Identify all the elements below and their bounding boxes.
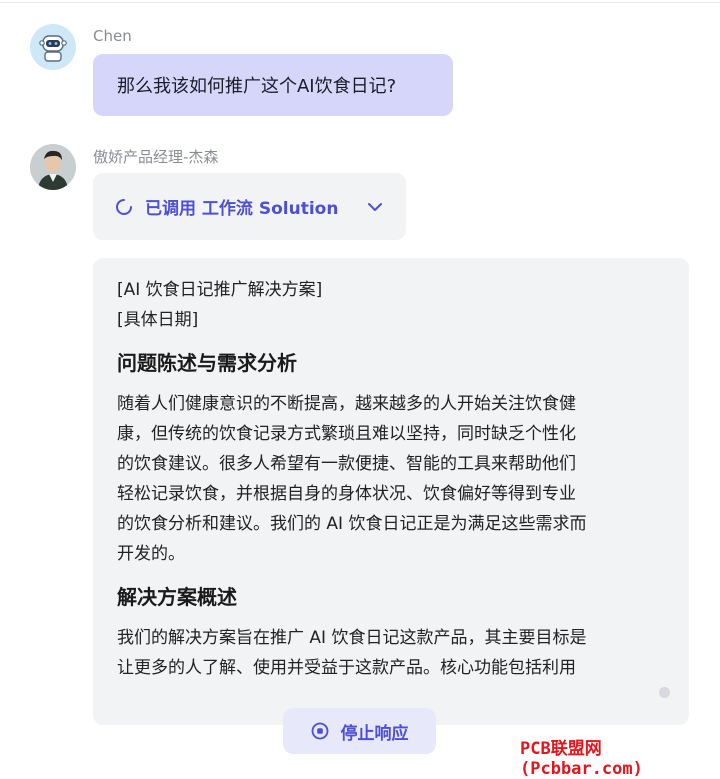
paragraph-line: 轻松记录饮食，并根据自身的身体状况、饮食偏好等得到专业	[117, 484, 576, 504]
user-name: Chen	[93, 27, 132, 45]
paragraph-line: 我们的解决方案旨在推广 AI 饮食日记这款产品，其主要目标是	[117, 628, 587, 648]
paragraph-line: 让更多的人了解、使用并受益于这款产品。核心功能包括利用	[117, 658, 576, 678]
stop-response-label: 停止响应	[340, 723, 409, 744]
typing-cursor	[659, 687, 670, 698]
section-title: 解决方案概述	[117, 585, 237, 609]
stop-circle-icon	[311, 722, 328, 740]
paragraph-line: 开发的。	[117, 544, 185, 564]
section-paragraph: 我们的解决方案旨在推广 AI 饮食日记这款产品，其主要目标是 让更多的人了解、使…	[117, 623, 665, 683]
answer-card: [AI 饮食日记推广解决方案] [具体日期] 问题陈述与需求分析 随着人们健康意…	[93, 258, 689, 725]
tool-call-card[interactable]: 已调用 工作流 Solution	[93, 173, 406, 240]
section-paragraph: 随着人们健康意识的不断提高，越来越多的人开始关注饮食健 康，但传统的饮食记录方式…	[117, 389, 665, 569]
answer-header-title: [AI 饮食日记推广解决方案]	[117, 280, 323, 300]
watermark-text: PCB联盟网 (Pcbbar.com)	[520, 739, 643, 779]
bot-name: 傲娇产品经理-杰森	[93, 148, 219, 166]
paragraph-line: 康，但传统的饮食记录方式繁琐且难以坚持，同时缺乏个性化	[117, 424, 576, 444]
paragraph-line: 的饮食建议。很多人希望有一款便捷、智能的工具来帮助他们	[117, 454, 576, 474]
stop-response-button[interactable]: 停止响应	[283, 708, 436, 754]
bot-avatar[interactable]	[30, 144, 76, 190]
chevron-down-icon[interactable]	[366, 198, 384, 216]
loading-spinner-icon	[116, 198, 132, 215]
user-message-bubble: 那么我该如何推广这个AI饮食日记?	[93, 54, 453, 116]
answer-header-date: [具体日期]	[117, 310, 199, 330]
tool-call-label: 已调用 工作流 Solution	[145, 199, 339, 219]
section-title: 问题陈述与需求分析	[117, 351, 297, 375]
paragraph-line: 随着人们健康意识的不断提高，越来越多的人开始关注饮食健	[117, 394, 576, 414]
user-avatar[interactable]	[30, 24, 76, 70]
paragraph-line: 的饮食分析和建议。我们的 AI 饮食日记正是为满足这些需求而	[117, 514, 587, 534]
user-message-text: 那么我该如何推广这个AI饮食日记?	[117, 76, 397, 97]
top-divider	[0, 2, 720, 3]
